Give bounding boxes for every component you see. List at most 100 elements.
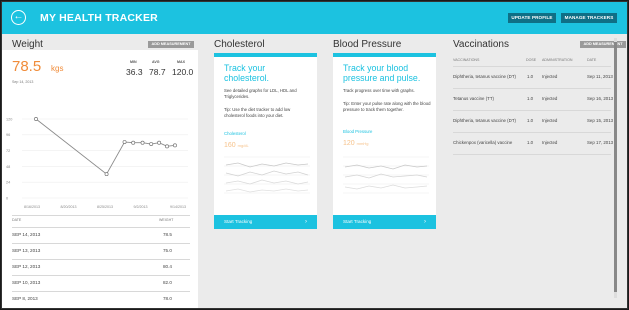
vacc-row-dose: 1.0 — [527, 140, 534, 145]
weight-row-date: SEP 14, 2013 — [12, 232, 41, 237]
weight-data-point[interactable] — [104, 172, 109, 177]
y-tick-label: 24 — [6, 181, 10, 185]
vaccinations-add-measurement-button[interactable]: ADD MEASUREMENT — [580, 41, 626, 48]
x-tick-label: 8/16/2013 — [24, 205, 40, 209]
vacc-row-admin: Injected — [542, 140, 558, 145]
vacc-row-admin: Injected — [542, 74, 558, 79]
vacc-row-admin: Injected — [542, 96, 558, 101]
vacc-row-dose: 1.0 — [527, 96, 534, 101]
weight-data-point[interactable] — [34, 117, 38, 121]
x-tick-label: 8/25/2013 — [97, 205, 113, 209]
blood-pressure-start-tracking-label: Start Tracking — [343, 219, 372, 224]
row-divider — [453, 132, 611, 133]
blood-pressure-metric-value: 120 — [343, 140, 355, 147]
blood-pressure-title: Blood Pressure — [333, 39, 402, 50]
weight-series-line — [35, 118, 176, 175]
y-tick-label: 72 — [6, 149, 10, 153]
vacc-col-date: DATE — [587, 58, 597, 62]
cholesterol-body: See detailed graphs for LDL, HDL and Tri… — [224, 88, 297, 99]
stat-avg-label: AVG — [152, 60, 160, 64]
cholesterol-start-tracking-label: Start Tracking — [224, 219, 253, 224]
vacc-row-dose: 1.0 — [527, 118, 534, 123]
weight-current-value: 78.5 — [12, 58, 42, 75]
blood-pressure-metric: 120 mmHg — [343, 140, 368, 147]
blood-pressure-start-tracking-button[interactable]: Start Tracking › — [333, 215, 436, 229]
back-arrow-icon[interactable]: ← — [11, 10, 26, 25]
cholesterol-headline: Track your cholesterol. — [224, 63, 269, 83]
weight-data-point[interactable] — [122, 140, 127, 144]
weight-data-point[interactable] — [157, 140, 162, 145]
weight-panel: 78.5 kgs Sep 14, 2013 MIN 36.3 AVG 78.7 … — [2, 50, 198, 308]
stat-max-label: MAX — [177, 60, 185, 64]
weight-row-value: 75.0 — [163, 248, 172, 253]
cholesterol-tip: Tip: Use the diet tracker to add low cho… — [224, 107, 291, 118]
weight-data-point[interactable] — [173, 143, 177, 148]
row-divider — [453, 66, 611, 67]
cholesterol-link[interactable]: Cholesterol — [224, 131, 246, 136]
blood-pressure-link[interactable]: Blood Pressure — [343, 129, 372, 134]
vacc-row-date: Sep 15, 2013 — [587, 118, 614, 123]
y-tick-label: 0 — [6, 196, 8, 200]
weight-row-date: SEP 13, 2013 — [12, 248, 41, 253]
weight-row-value: 82.0 — [163, 280, 172, 285]
manage-trackers-button[interactable]: MANAGE TRACKERS — [561, 13, 617, 23]
cholesterol-card: Track your cholesterol. See detailed gra… — [214, 53, 317, 229]
row-divider — [453, 154, 611, 155]
scrollbar-thumb[interactable] — [614, 42, 617, 292]
weight-data-point[interactable] — [149, 142, 154, 146]
row-divider — [453, 110, 611, 111]
vacc-col-dose: DOSE — [526, 58, 537, 62]
x-tick-label: 9/2/2013 — [134, 205, 148, 209]
update-profile-button[interactable]: UPDATE PROFILE — [508, 13, 556, 23]
weight-add-measurement-button[interactable]: ADD MEASUREMENT — [148, 41, 194, 48]
cholesterol-metric: 160 mg/dL — [224, 142, 249, 149]
weight-row-date: SEP 12, 2013 — [12, 264, 41, 269]
blood-pressure-card: Track your blood pressure and pulse. Tra… — [333, 53, 436, 229]
weight-row-date: SEP 10, 2013 — [12, 280, 41, 285]
stat-min-value: 36.3 — [126, 67, 143, 77]
vacc-row-date: Sep 11, 2013 — [587, 74, 613, 79]
weight-data-point[interactable] — [165, 144, 169, 149]
app-header: ← MY HEALTH TRACKER UPDATE PROFILE MANAG… — [2, 2, 627, 34]
row-divider — [453, 88, 611, 89]
app-window: ← MY HEALTH TRACKER UPDATE PROFILE MANAG… — [1, 1, 628, 309]
weight-current-date: Sep 14, 2013 — [12, 80, 34, 84]
cholesterol-start-tracking-button[interactable]: Start Tracking › — [214, 215, 317, 229]
cholesterol-metric-value: 160 — [224, 142, 236, 149]
weight-row-value: 78.0 — [163, 296, 172, 301]
cholesterol-metric-unit: mg/dL — [237, 143, 249, 148]
blood-pressure-preview-chart — [343, 156, 429, 194]
chevron-right-icon: › — [305, 219, 307, 225]
vacc-row-date: Sep 17, 2013 — [587, 140, 614, 145]
cholesterol-title: Cholesterol — [214, 39, 265, 50]
weight-chart: 120 96 72 48 24 0 8/16/2013 8/20/2013 8/25/2013 9… — [6, 117, 188, 209]
vacc-row-admin: Injected — [542, 118, 558, 123]
blood-pressure-tip: Tip: Enter your pulse rate along with th… — [343, 101, 431, 112]
blood-pressure-metric-unit: mmHg — [356, 141, 369, 146]
weight-current-unit: kgs — [51, 64, 64, 73]
y-tick-label: 96 — [6, 133, 10, 137]
vacc-row-date: Sep 16, 2013 — [587, 96, 614, 101]
stat-avg-value: 78.7 — [149, 67, 166, 77]
weight-col-weight: WEIGHT — [159, 218, 174, 222]
vacc-col-name: VACCINATIONS — [453, 58, 480, 62]
vacc-row-name: Diphtheria, tetanus vaccine (DT) — [453, 74, 516, 79]
vaccinations-title: Vaccinations — [453, 39, 509, 50]
vacc-row-name: Tetanus vaccine (TT) — [453, 96, 494, 101]
blood-pressure-body: Track progress over time with graphs. — [343, 88, 415, 93]
weight-title: Weight — [12, 39, 43, 50]
x-tick-label: 9/14/2013 — [170, 205, 186, 209]
row-divider — [12, 227, 190, 228]
row-divider — [12, 291, 190, 292]
weight-data-point[interactable] — [131, 140, 136, 145]
row-divider — [12, 275, 190, 276]
y-tick-label: 48 — [6, 165, 10, 169]
divider — [12, 215, 190, 216]
vacc-row-name: Diphtheria, tetanus vaccine (DT) — [453, 118, 516, 123]
app-title: MY HEALTH TRACKER — [40, 12, 158, 24]
chevron-right-icon: › — [424, 219, 426, 225]
weight-row-value: 80.4 — [163, 264, 172, 269]
weight-data-point[interactable] — [140, 140, 145, 145]
vacc-col-admin: ADMINISTRATION — [542, 58, 573, 62]
stat-max-value: 120.0 — [172, 67, 194, 77]
